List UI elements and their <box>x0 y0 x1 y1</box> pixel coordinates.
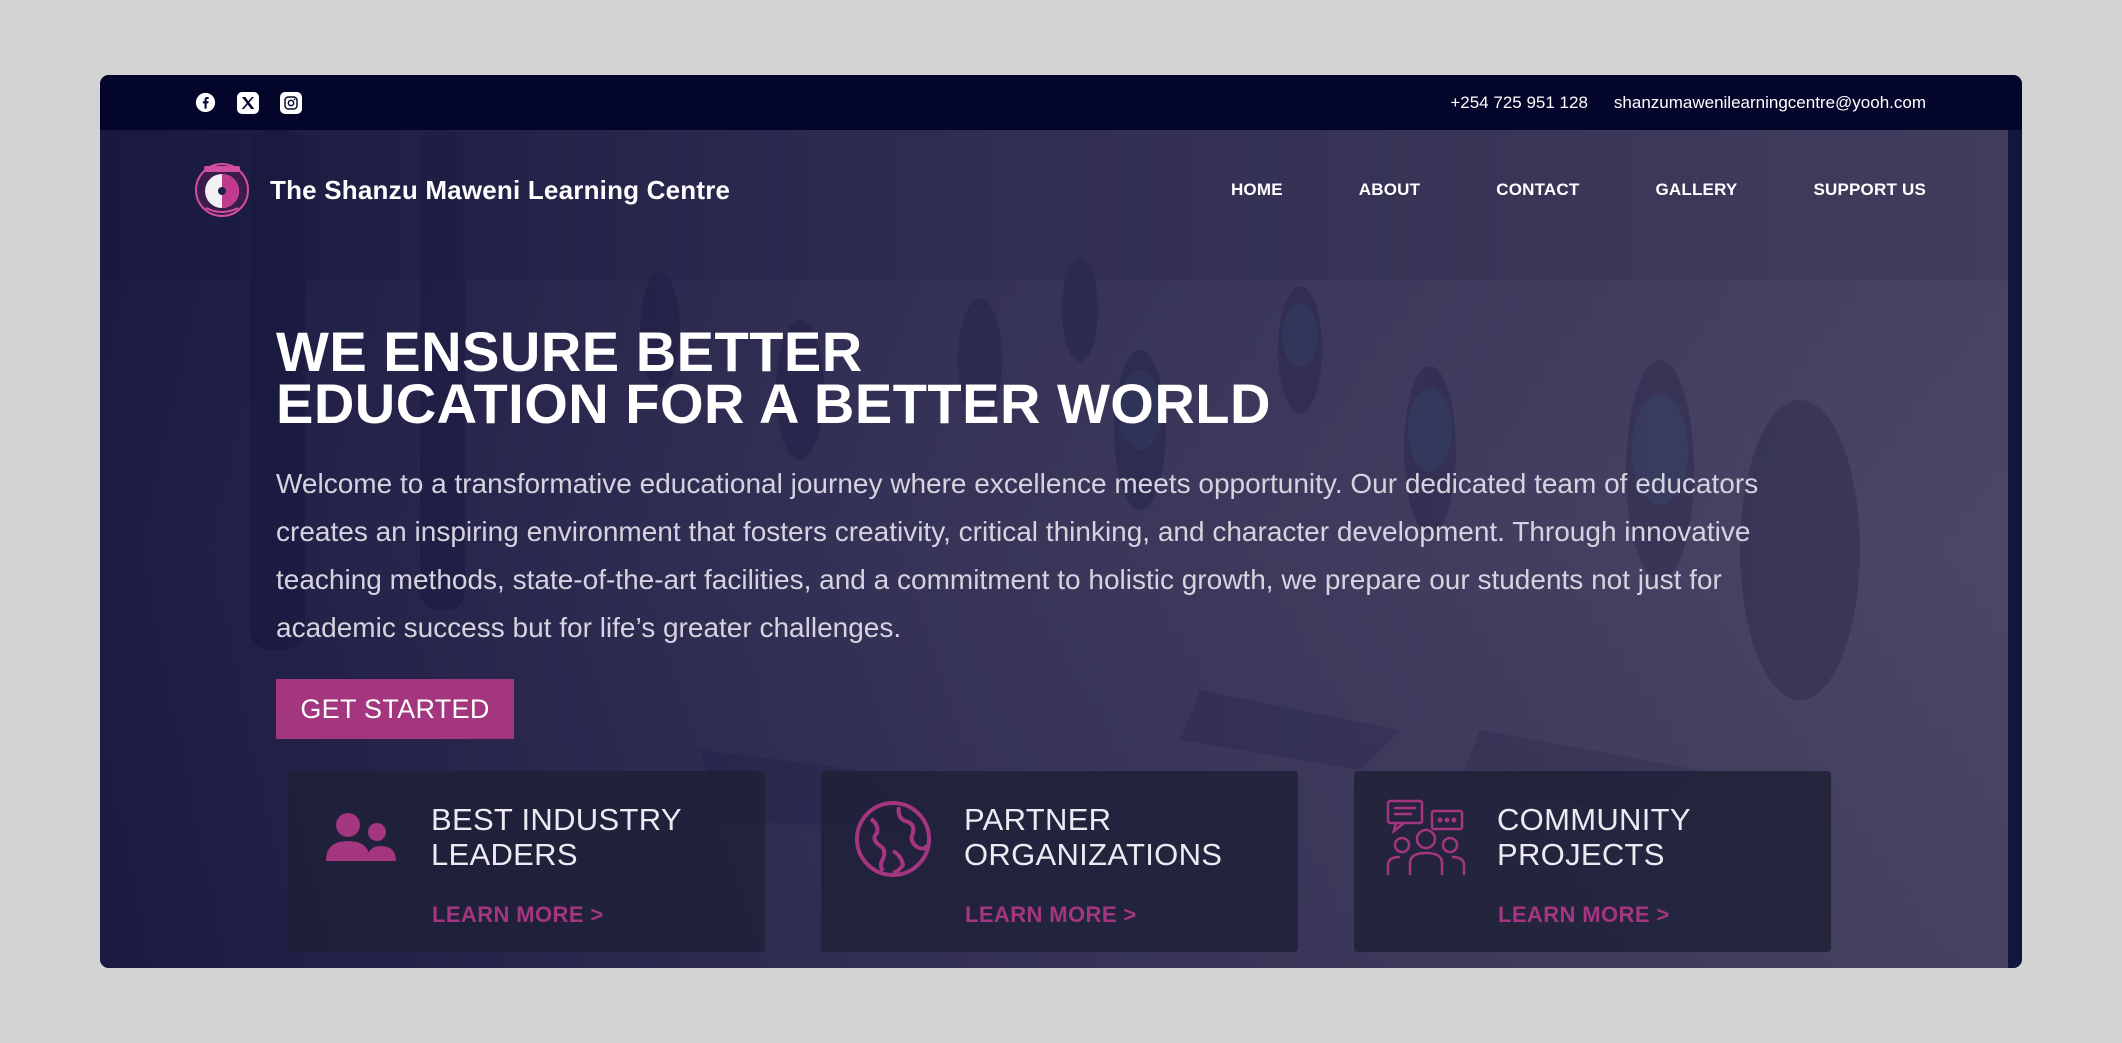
card-title-line-1: COMMUNITY <box>1497 802 1691 837</box>
main-navbar: The Shanzu Maweni Learning Centre HOME A… <box>194 160 1926 220</box>
page-scroll-edge <box>2008 130 2022 968</box>
card-title: BEST INDUSTRY LEADERS <box>431 802 682 872</box>
card-title-line-1: PARTNER <box>964 802 1112 837</box>
facebook-icon[interactable] <box>194 92 216 114</box>
instagram-icon[interactable] <box>280 91 302 114</box>
hero-intro-text: Welcome to a transformative educational … <box>276 468 1759 643</box>
top-bar: +254 725 951 128 shanzumawenilearningcen… <box>100 75 2022 130</box>
nav-gallery[interactable]: GALLERY <box>1655 180 1737 200</box>
card-title-line-2: PROJECTS <box>1497 837 1665 872</box>
nav-contact[interactable]: CONTACT <box>1496 180 1579 200</box>
feature-card-community-projects[interactable]: COMMUNITY PROJECTS LEARN MORE > <box>1354 771 1831 952</box>
hero-headline: WE ENSURE BETTER EDUCATION FOR A BETTER … <box>276 320 1271 435</box>
card-title-line-2: LEADERS <box>431 837 578 872</box>
hero-headline-line-1: WE ENSURE BETTER <box>276 320 863 383</box>
brand[interactable]: The Shanzu Maweni Learning Centre <box>194 162 730 218</box>
hero-headline-line-2: EDUCATION FOR A BETTER WORLD <box>276 372 1271 435</box>
globe-icon <box>855 801 931 877</box>
users-icon <box>326 813 396 861</box>
get-started-button[interactable]: GET STARTED <box>276 679 514 739</box>
nav-support-us[interactable]: SUPPORT US <box>1813 180 1926 200</box>
feature-card-partner-organizations[interactable]: PARTNER ORGANIZATIONS LEARN MORE > <box>821 771 1298 952</box>
learn-more-link[interactable]: LEARN MORE > <box>965 902 1137 928</box>
x-twitter-icon[interactable] <box>237 91 259 114</box>
learn-more-link[interactable]: LEARN MORE > <box>1498 902 1670 928</box>
brand-name: The Shanzu Maweni Learning Centre <box>270 174 731 205</box>
email-address[interactable]: shanzumawenilearningcentre@yooh.com <box>1614 93 1926 113</box>
hero-section: The Shanzu Maweni Learning Centre HOME A… <box>100 130 2022 968</box>
feature-cards: BEST INDUSTRY LEADERS LEARN MORE > PARTN… <box>288 771 1831 952</box>
learn-more-link[interactable]: LEARN MORE > <box>432 902 604 928</box>
feature-card-industry-leaders[interactable]: BEST INDUSTRY LEADERS LEARN MORE > <box>288 771 765 952</box>
contact-info: +254 725 951 128 shanzumawenilearningcen… <box>1450 93 1926 113</box>
nav-menu: HOME ABOUT CONTACT GALLERY SUPPORT US <box>1231 180 1926 200</box>
nav-about[interactable]: ABOUT <box>1359 180 1420 200</box>
card-title: PARTNER ORGANIZATIONS <box>964 802 1222 872</box>
browser-frame: +254 725 951 128 shanzumawenilearningcen… <box>100 75 2022 968</box>
community-chat-icon <box>1386 799 1466 875</box>
social-links <box>194 91 302 114</box>
phone-number[interactable]: +254 725 951 128 <box>1450 93 1588 113</box>
school-crest-logo <box>195 163 249 217</box>
card-title-line-2: ORGANIZATIONS <box>964 837 1223 872</box>
nav-home[interactable]: HOME <box>1231 180 1283 200</box>
card-title: COMMUNITY PROJECTS <box>1497 802 1691 872</box>
card-title-line-1: BEST INDUSTRY <box>431 802 682 837</box>
